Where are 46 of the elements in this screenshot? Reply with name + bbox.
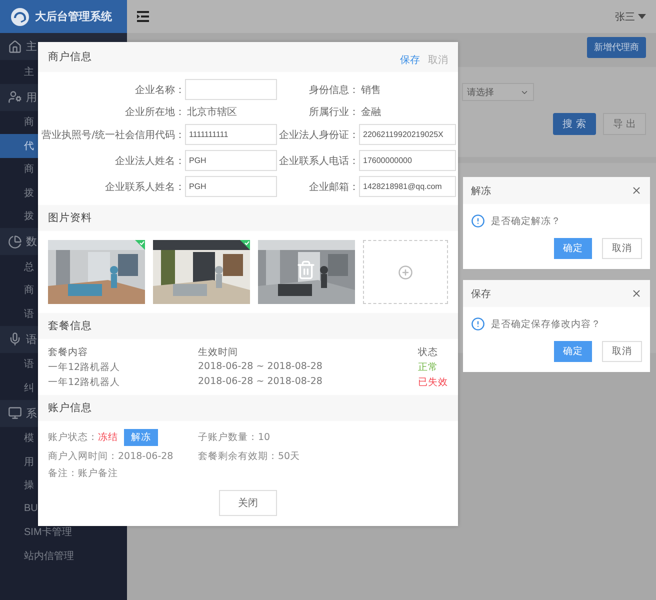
account-label: 子账户数量： [198,431,258,444]
account-value: 2018-06-28 [118,451,174,462]
field-value: 金融 [360,106,382,119]
account-value: 账户备注 [78,467,118,480]
section-header: 图片资料 [38,205,458,231]
account-label: 套餐剩余有效期： [198,450,278,463]
section-header: 账户信息 [38,395,458,421]
field-label: 营业执照号/统一社会信用代码： [40,128,185,142]
dialog-title: 保存 [471,288,491,300]
field-value: 销售 [360,84,382,96]
account-value: 10 [258,432,270,443]
group-label: 语 [26,332,37,346]
account-label: 备注： [48,467,78,480]
column-header: 生效时间 [198,346,239,359]
group-label: 数 [26,234,37,249]
account-label: 商户入网时间： [48,450,118,463]
field-label: 企业法人姓名： [114,154,185,168]
account-value: 冻结 [98,431,118,444]
table-cell-text: 2018-06-28 ~ 2018-08-28 [198,361,324,374]
group-label: 用 [26,90,37,104]
column-header: 状态 [418,346,439,359]
group-label: 系 [26,406,37,420]
status-text: 已失效 [418,376,448,389]
field-label: 企业所在地： [124,106,185,119]
field-label: 企业名称： [134,84,185,96]
table-cell-text: 一年12路机器人 [48,376,122,389]
field-label: 企业联系人电话： [278,154,359,168]
column-header: 套餐内容 [48,346,89,359]
field-value: 北京市辖区 [186,106,238,119]
account-label: 账户状态： [48,431,98,444]
field-label: 身份信息： [308,84,359,96]
account-value: 50天 [278,450,300,463]
dialog-title: 解冻 [471,184,491,198]
group-label: 主 [26,39,37,54]
field-label: 企业邮箱： [308,180,359,194]
field-label: 所属行业： [308,106,359,119]
app-title: 大后台管理系统 [35,9,112,24]
table-cell-text: 一年12路机器人 [48,361,122,374]
section-header: 套餐信息 [38,313,458,339]
table-cell-text: 2018-06-28 ~ 2018-08-28 [198,376,324,389]
field-label: 企业法人身份证： [278,128,359,142]
dialog-message: 是否确定保存修改内容？ [491,318,601,330]
dialog-title: 商户信息 [48,50,92,64]
dialog-message: 是否确定解冻？ [491,214,561,228]
status-text: 正常 [418,361,439,374]
field-label: 企业联系人姓名： [104,180,185,194]
